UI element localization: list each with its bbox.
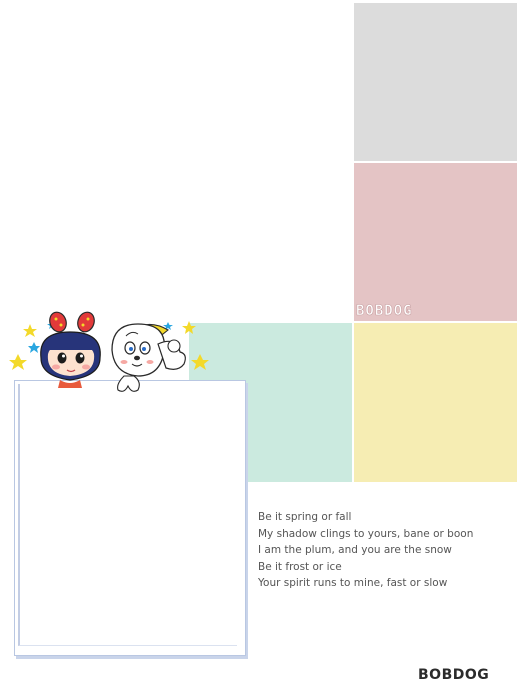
pixel-logo: BOBDOG bbox=[356, 303, 413, 320]
poem-line: Your spirit runs to mine, fast or slow bbox=[258, 577, 448, 589]
gray-color-block bbox=[354, 3, 517, 161]
photo-frame-inner bbox=[18, 384, 237, 646]
star-icon bbox=[9, 354, 27, 370]
girl-mascot-icon bbox=[40, 311, 101, 388]
yellow-color-block bbox=[354, 323, 517, 482]
pink-color-block bbox=[354, 163, 517, 321]
bobdog-mascot-icon bbox=[111, 323, 186, 392]
poem-line: My shadow clings to yours, bane or boon bbox=[258, 527, 474, 540]
star-icon bbox=[28, 342, 40, 353]
star-icon bbox=[23, 324, 37, 337]
star-icon bbox=[182, 321, 196, 334]
poem-text: Be it spring or fall My shadow clings to… bbox=[258, 509, 513, 592]
star-icon bbox=[191, 354, 209, 370]
poem-line: I am the plum, and you are the snow bbox=[258, 544, 452, 556]
poem-line: Be it frost or ice bbox=[258, 560, 342, 573]
mascots-illustration bbox=[9, 311, 209, 392]
poem-line: Be it spring or fall bbox=[258, 511, 352, 523]
brand-logo-text: BOBDOG bbox=[418, 667, 490, 683]
